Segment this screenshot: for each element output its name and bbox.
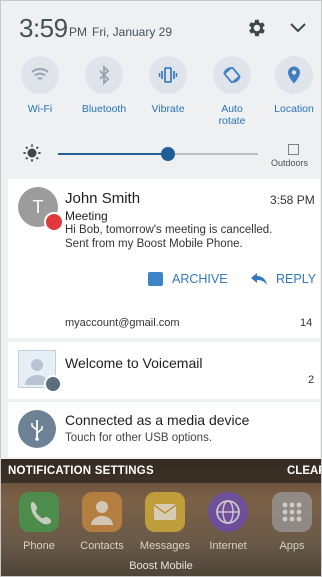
sender-name: John Smith (65, 190, 141, 207)
app-label: Phone (23, 540, 55, 552)
vibrate-icon (149, 56, 187, 94)
tile-vibrate[interactable]: Vibrate (140, 56, 196, 115)
contacts-icon (82, 492, 122, 532)
auto-rotate-icon (213, 56, 251, 94)
outdoors-label: Outdoors (271, 158, 309, 168)
brightness-slider-knob[interactable] (161, 147, 175, 161)
email-body: Hi Bob, tomorrow's meeting is cancelled.… (65, 224, 273, 250)
brightness-slider[interactable] (58, 147, 258, 161)
outdoors-checkbox[interactable] (288, 144, 299, 155)
app-contacts[interactable]: Contacts (75, 492, 129, 552)
phone-icon (19, 492, 59, 532)
clock-ampm: PM (69, 25, 87, 39)
clear-button[interactable]: CLEAR (287, 465, 321, 477)
email-notification[interactable]: T John Smith 3:58 PM Meeting Hi Bob, tom… (8, 179, 320, 338)
app-internet[interactable]: Internet (201, 492, 255, 552)
voicemail-notification[interactable]: Welcome to Voicemail 2 (8, 342, 320, 399)
archive-icon[interactable] (148, 272, 163, 286)
messages-icon (145, 492, 185, 532)
wifi-icon (21, 56, 59, 94)
tile-location[interactable]: Location (266, 56, 321, 115)
tile-label: Location (274, 103, 314, 115)
gear-icon[interactable] (245, 17, 267, 39)
tile-auto-rotate[interactable]: Auto rotate (204, 56, 260, 127)
notification-count: 14 (300, 317, 313, 329)
carrier-label: Boost Mobile (129, 560, 193, 572)
reply-icon[interactable] (251, 273, 267, 285)
internet-icon (208, 492, 248, 532)
account-email: myaccount@gmail.com (65, 317, 180, 329)
app-label: Apps (279, 540, 305, 552)
usb-title: Connected as a media device (65, 412, 250, 428)
location-icon (275, 56, 313, 94)
app-label: Contacts (80, 540, 124, 552)
email-app-badge-icon (44, 212, 64, 232)
voicemail-title: Welcome to Voicemail (65, 355, 203, 371)
app-apps[interactable]: Apps (265, 492, 319, 552)
tile-bluetooth[interactable]: Bluetooth (76, 56, 132, 115)
app-messages[interactable]: Messages (138, 492, 192, 552)
notification-settings-button[interactable]: NOTIFICATION SETTINGS (8, 465, 154, 477)
notification-count: 2 (308, 374, 315, 386)
usb-notification[interactable]: Connected as a media device Touch for ot… (8, 402, 320, 457)
tile-wifi[interactable]: Wi-Fi (12, 56, 68, 115)
notification-footer-bar: NOTIFICATION SETTINGS CLEAR (1, 459, 321, 483)
notification-shade: 3:59 PM Fri, January 29 Wi-Fi Bluetooth … (0, 0, 322, 577)
chevron-down-icon[interactable] (290, 22, 306, 34)
usb-icon (18, 410, 56, 448)
tile-label: Bluetooth (81, 103, 127, 115)
app-phone[interactable]: Phone (12, 492, 66, 552)
app-label: Internet (209, 540, 247, 552)
brightness-slider-fill (58, 153, 168, 155)
usb-subtitle: Touch for other USB options. (65, 432, 213, 444)
brightness-icon[interactable] (23, 144, 41, 162)
bluetooth-icon (85, 56, 123, 94)
notification-time: 3:58 PM (270, 193, 315, 207)
email-subject: Meeting (65, 209, 108, 223)
home-screen-background: NOTIFICATION SETTINGS CLEAR Phone Contac… (1, 459, 321, 576)
tile-label: Auto rotate (218, 103, 246, 127)
tile-label: Vibrate (151, 103, 185, 115)
quick-settings-panel: 3:59 PM Fri, January 29 Wi-Fi Bluetooth … (1, 1, 321, 175)
tile-label: Wi-Fi (27, 103, 53, 115)
reply-button[interactable]: REPLY (276, 272, 316, 286)
app-label: Messages (139, 540, 191, 552)
archive-button[interactable]: ARCHIVE (172, 272, 228, 286)
date-label: Fri, January 29 (92, 25, 173, 39)
clock-time: 3:59 (19, 13, 68, 43)
apps-grid-icon (272, 492, 312, 532)
voicemail-badge-icon (44, 375, 62, 393)
